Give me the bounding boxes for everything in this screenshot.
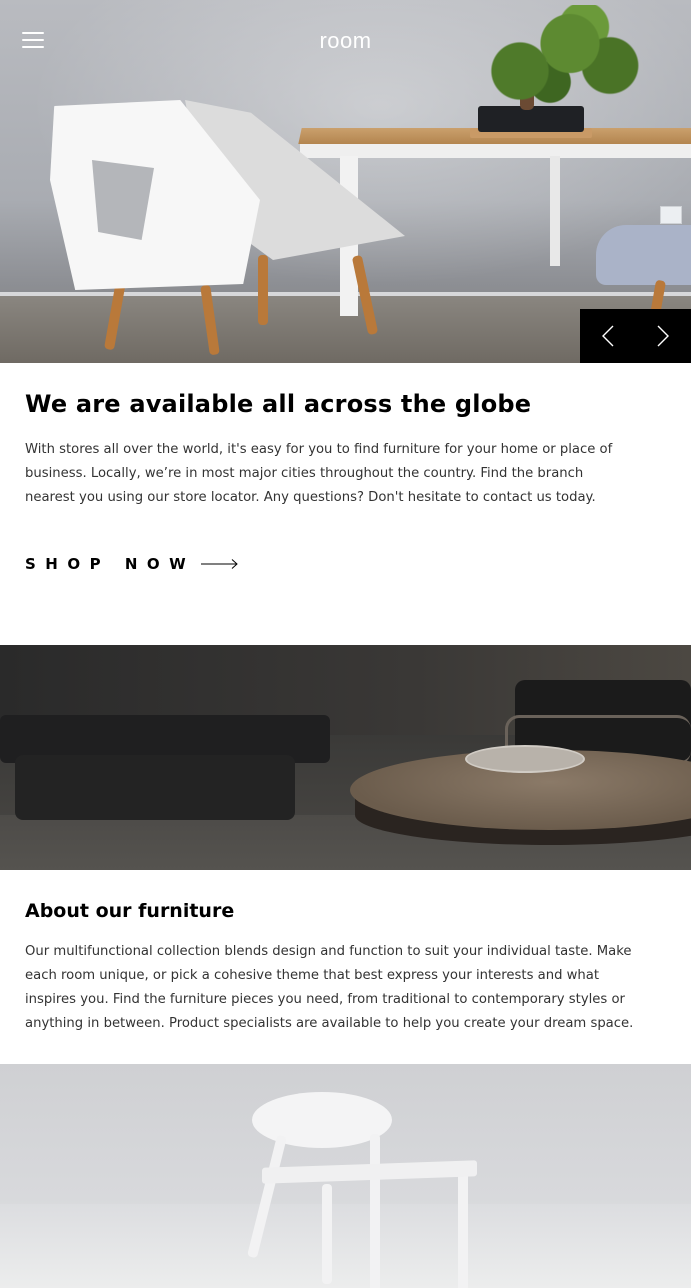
site-header: room [0, 0, 691, 86]
slider-controls [580, 309, 691, 363]
hero-content: We are available all across the globe Wi… [25, 363, 665, 510]
bowl [465, 745, 585, 773]
shop-now-label: SHOP NOW [25, 555, 196, 573]
sofa [15, 755, 295, 820]
about-content: About our furniture Our multifunctional … [25, 870, 665, 1036]
light-switch [660, 206, 682, 224]
logo[interactable]: room [0, 28, 691, 54]
about-title: About our furniture [25, 900, 235, 922]
arrow-right-icon [201, 559, 238, 569]
hero-title: We are available all across the globe [25, 390, 532, 418]
hero-description: With stores all over the world, it's eas… [25, 442, 613, 505]
about-description: Our multifunctional collection blends de… [25, 944, 634, 1031]
shop-now-button[interactable]: SHOP NOW [25, 555, 239, 573]
hero-image: room [0, 0, 691, 363]
chevron-right-icon [657, 325, 670, 347]
chevron-left-icon [601, 325, 614, 347]
slider-prev-button[interactable] [580, 309, 636, 363]
about-image [0, 645, 691, 870]
blue-chair [596, 225, 691, 285]
product-image [0, 1064, 691, 1288]
slider-next-button[interactable] [636, 309, 691, 363]
